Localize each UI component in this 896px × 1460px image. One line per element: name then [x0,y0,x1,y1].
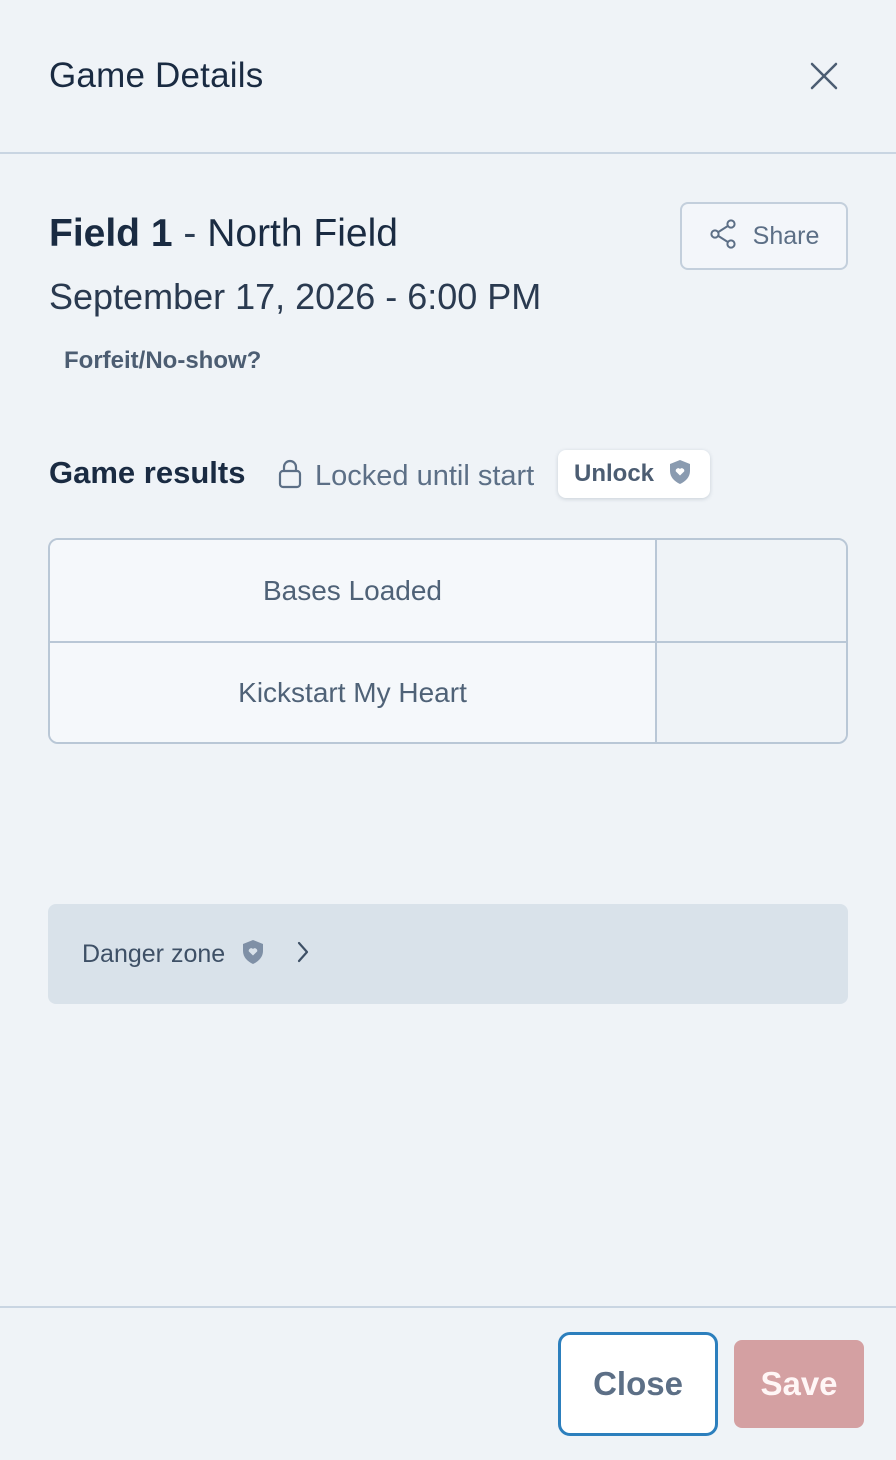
shield-icon [241,939,265,970]
close-button[interactable]: Close [558,1332,718,1436]
field-separator: - [172,212,208,255]
team-name-cell: Kickstart My Heart [50,643,657,742]
danger-zone-toggle[interactable]: Danger zone [48,904,848,1004]
shield-icon [668,459,692,490]
score-cell[interactable] [657,540,846,641]
lock-status-label: Locked until start [315,460,535,492]
lock-status: Locked until start [277,458,534,495]
share-icon [709,218,737,254]
unlock-button[interactable]: Unlock [558,450,710,498]
score-cell[interactable] [657,643,846,742]
table-row: Kickstart My Heart [50,641,846,742]
dialog-header: Game Details [0,0,896,154]
results-table: Bases Loaded Kickstart My Heart [48,538,848,744]
danger-zone-label: Danger zone [82,939,226,968]
results-title: Game results [49,455,246,490]
unlock-label: Unlock [574,460,655,487]
team-name-cell: Bases Loaded [50,540,657,641]
close-x-icon[interactable] [804,56,844,96]
lock-icon [277,458,303,495]
game-datetime: September 17, 2026 - 6:00 PM [49,276,542,317]
field-location: North Field [207,212,398,255]
forfeit-link[interactable]: Forfeit/No-show? [64,347,261,375]
field-name: Field 1 [49,212,173,255]
share-button[interactable]: Share [680,202,848,270]
save-button[interactable]: Save [734,1340,864,1428]
field-heading: Field 1 - North Field [49,212,398,256]
table-row: Bases Loaded [50,540,846,641]
share-label: Share [752,221,820,250]
chevron-right-icon [295,939,311,970]
dialog-title: Game Details [49,56,264,95]
